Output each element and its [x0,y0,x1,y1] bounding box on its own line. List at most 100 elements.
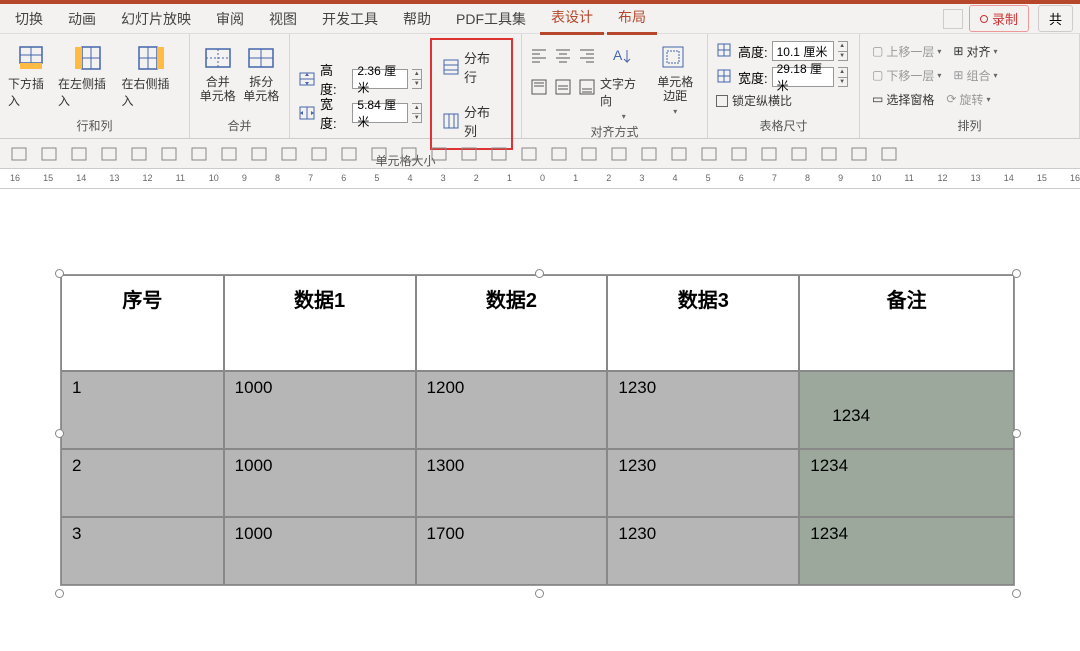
distribute-cols-button[interactable]: 分布列 [436,100,507,142]
table-cell[interactable]: 3 [61,517,224,585]
tab-slideshow[interactable]: 幻灯片放映 [110,4,202,34]
record-button[interactable]: 录制 [969,5,1029,32]
table-header[interactable]: 数据1 [224,275,416,371]
table-cell[interactable]: 1000 [224,371,416,449]
merge-cells-button[interactable]: 合并 单元格 [198,38,238,104]
table-cell[interactable]: 2 [61,449,224,517]
selection-handle[interactable] [1012,429,1021,438]
toolbar-icon[interactable] [548,143,570,165]
selection-handle[interactable] [55,269,64,278]
tab-review[interactable]: 审阅 [205,4,255,34]
table-cell[interactable]: 1000 [224,517,416,585]
toolbar-icon[interactable] [458,143,480,165]
toolbar-icon[interactable] [308,143,330,165]
toolbar-icon[interactable] [728,143,750,165]
toolbar-icon[interactable] [338,143,360,165]
share-button[interactable]: 共 [1038,5,1073,32]
table-height-input[interactable]: 10.1 厘米 [772,41,834,61]
distribute-rows-button[interactable]: 分布行 [436,46,507,88]
toolbar-icon[interactable] [668,143,690,165]
toolbar-icon[interactable] [638,143,660,165]
toolbar-icon[interactable] [428,143,450,165]
toolbar-icon[interactable] [8,143,30,165]
tab-help[interactable]: 帮助 [392,4,442,34]
toolbar-extra-icon[interactable] [943,9,963,29]
toolbar-icon[interactable] [608,143,630,165]
selection-handle[interactable] [55,429,64,438]
table-header[interactable]: 序号 [61,275,224,371]
align-button[interactable]: ⊞对齐▾ [949,42,1001,61]
selection-handle[interactable] [535,269,544,278]
table-cell[interactable]: 1200 [416,371,608,449]
insert-right-button[interactable]: 在右侧插入 [122,38,181,109]
align-left-icon[interactable] [530,46,548,64]
cell-height-spinner[interactable]: ▲▼ [412,69,422,89]
cell-margins-button[interactable]: 单元格 边距▾ [652,38,700,116]
table-height-icon [716,42,734,60]
toolbar-icon[interactable] [818,143,840,165]
tab-layout[interactable]: 布局 [607,2,657,35]
split-cells-button[interactable]: 拆分 单元格 [242,38,282,104]
table-insert-right-icon [136,44,166,72]
table-cell[interactable]: 1230 [607,371,799,449]
table-cell[interactable]: 1300 [416,449,608,517]
table-cell[interactable]: 1234 [799,371,1014,449]
toolbar-icon[interactable] [68,143,90,165]
toolbar-icon[interactable] [248,143,270,165]
table-cell[interactable]: 1234 [799,517,1014,585]
table-header[interactable]: 备注 [799,275,1014,371]
selection-handle[interactable] [535,589,544,598]
text-direction-button[interactable]: A 文字方向▾ [600,38,648,121]
insert-below-button[interactable]: 下方插入 [8,38,54,109]
toolbar-icon[interactable] [368,143,390,165]
cell-height-input[interactable]: 2.36 厘米 [352,69,408,89]
toolbar-icon[interactable] [158,143,180,165]
toolbar-icon[interactable] [698,143,720,165]
align-center-icon[interactable] [554,46,572,64]
tab-tabledesign[interactable]: 表设计 [540,2,604,35]
toolbar-icon[interactable] [788,143,810,165]
table-width-input[interactable]: 29.18 厘米 [772,67,834,87]
table-width-spinner[interactable]: ▲▼ [838,67,848,87]
toolbar-icon[interactable] [278,143,300,165]
align-top-icon[interactable] [530,78,548,96]
toolbar-icon[interactable] [578,143,600,165]
selection-handle[interactable] [1012,589,1021,598]
tab-pdf[interactable]: PDF工具集 [445,4,537,34]
toolbar-icon[interactable] [848,143,870,165]
table-cell[interactable]: 1230 [607,517,799,585]
insert-left-button[interactable]: 在左侧插入 [58,38,117,109]
selection-handle[interactable] [55,589,64,598]
toolbar-icon[interactable] [488,143,510,165]
table-cell[interactable]: 1000 [224,449,416,517]
toolbar-icon[interactable] [398,143,420,165]
align-middle-icon[interactable] [554,78,572,96]
cell-width-input[interactable]: 5.84 厘米 [352,103,408,123]
toolbar-icon[interactable] [518,143,540,165]
tab-dev[interactable]: 开发工具 [311,4,389,34]
toolbar-icon[interactable] [38,143,60,165]
table-cell[interactable]: 1700 [416,517,608,585]
tab-anim[interactable]: 动画 [57,4,107,34]
toolbar-icon[interactable] [218,143,240,165]
cell-width-spinner[interactable]: ▲▼ [412,103,422,123]
selection-handle[interactable] [1012,269,1021,278]
table-height-spinner[interactable]: ▲▼ [838,41,848,61]
selection-pane-button[interactable]: ▭选择窗格 [868,90,938,109]
lock-aspect-checkbox[interactable]: 锁定纵横比 [716,92,792,109]
toolbar-icon[interactable] [128,143,150,165]
tab-view[interactable]: 视图 [258,4,308,34]
table-cell[interactable]: 1 [61,371,224,449]
table-cell[interactable]: 1234 [799,449,1014,517]
table-header[interactable]: 数据2 [416,275,608,371]
align-bottom-icon[interactable] [578,78,596,96]
tab-switch[interactable]: 切换 [4,4,54,34]
table-cell[interactable]: 1230 [607,449,799,517]
align-right-icon[interactable] [578,46,596,64]
table-header[interactable]: 数据3 [607,275,799,371]
slide-table[interactable]: 序号 数据1 数据2 数据3 备注 1 1000 1200 1230 1234 … [60,274,1015,586]
toolbar-icon[interactable] [98,143,120,165]
toolbar-icon[interactable] [878,143,900,165]
toolbar-icon[interactable] [188,143,210,165]
toolbar-icon[interactable] [758,143,780,165]
